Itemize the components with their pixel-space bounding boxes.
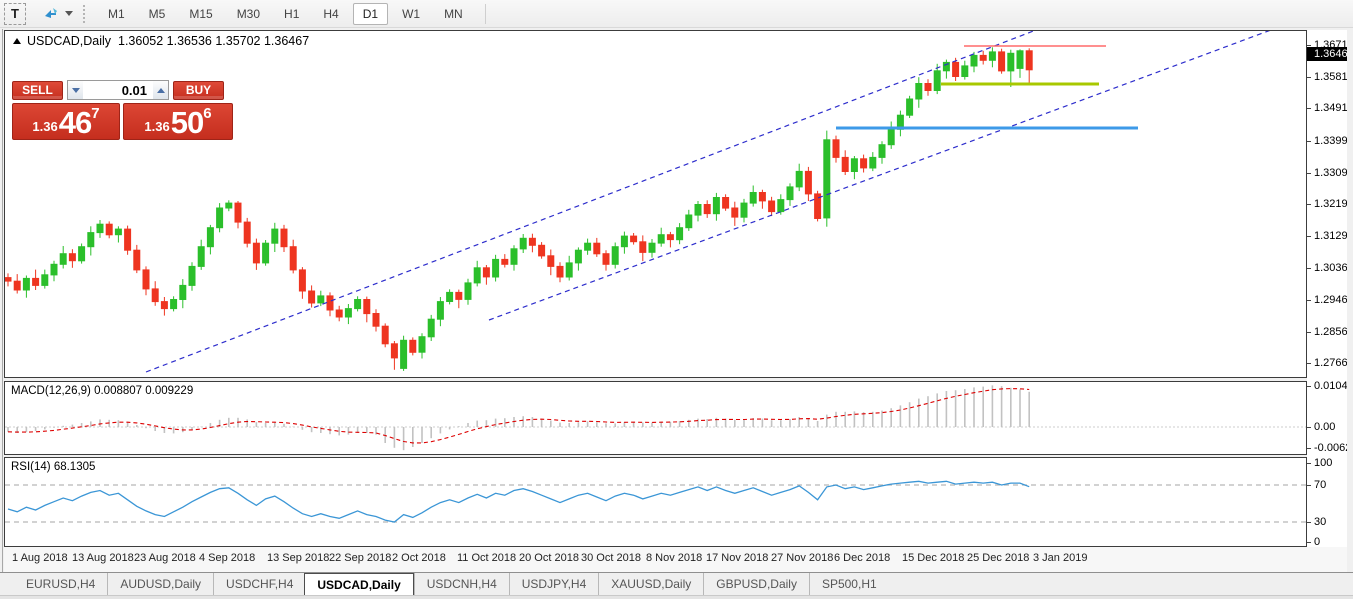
tab-eurusd-h4[interactable]: EURUSD,H4 [14,573,107,595]
buy-price-sup: 6 [203,106,211,121]
date-axis-label: 17 Nov 2018 [706,552,768,564]
tab-usdcad-daily[interactable]: USDCAD,Daily [304,573,413,595]
timeframe-group: M1M5M15M30H1H4D1W1MN [96,0,475,28]
macd-label: MACD(12,26,9) 0.008807 0.009229 [11,385,193,397]
buy-price-prefix: 1.36 [144,117,169,137]
rsi-chart[interactable] [5,458,1306,546]
price-axis[interactable]: 1.367151.358151.349151.339901.330901.321… [1307,30,1347,547]
chevron-up-icon [157,88,165,93]
rsi-axis-label: 30 [1307,516,1326,528]
double-arrow-icon [43,6,59,22]
timeframe-button-h4[interactable]: H4 [313,3,348,25]
rsi-axis-label: 100 [1307,457,1332,469]
ohlc-values-label: 1.36052 1.36536 1.35702 1.36467 [118,34,309,48]
date-axis-label: 22 Sep 2018 [329,552,391,564]
date-axis-label: 27 Nov 2018 [771,552,833,564]
toolbar-separator [485,4,486,24]
timeframe-button-m5[interactable]: M5 [139,3,176,25]
date-axis-label: 13 Sep 2018 [267,552,329,564]
timeframe-button-m15[interactable]: M15 [179,3,222,25]
macd-indicator-pane[interactable]: MACD(12,26,9) 0.008807 0.009229 [4,381,1307,455]
date-axis-label: 4 Sep 2018 [199,552,255,564]
volume-input[interactable] [83,81,153,99]
chart-tab-bar: EURUSD,H4AUDUSD,DailyUSDCHF,H4USDCAD,Dai… [0,572,1353,595]
tab-audusd-daily[interactable]: AUDUSD,Daily [107,573,213,595]
date-axis-label: 30 Oct 2018 [581,552,641,564]
tab-usdcnh-h4[interactable]: USDCNH,H4 [414,573,509,595]
volume-stepper [67,80,169,100]
dropdown-caret-icon[interactable] [65,11,73,16]
timeframe-button-w1[interactable]: W1 [392,3,430,25]
rsi-label: RSI(14) 68.1305 [11,461,95,473]
volume-increase-button[interactable] [153,81,168,99]
buy-price-big: 50 [171,108,203,137]
sell-price-button[interactable]: 1.36 46 7 [12,103,120,140]
timeframe-button-mn[interactable]: MN [434,3,473,25]
macd-axis-label: 0.00 [1307,421,1335,433]
one-click-trade-panel: SELL BUY 1.36 46 7 1.36 50 6 [12,80,233,140]
date-axis-label: 6 Dec 2018 [834,552,890,564]
date-axis-label: 23 Aug 2018 [134,552,196,564]
rsi-axis-label: 70 [1307,479,1326,491]
timeframe-button-h1[interactable]: H1 [274,3,309,25]
tab-sp500-h1[interactable]: SP500,H1 [809,573,889,595]
toolbar-grip-handle[interactable] [83,5,88,23]
collapse-triangle-icon[interactable] [13,38,21,44]
top-toolbar: T M1M5M15M30H1H4D1W1MN [0,0,1353,28]
buy-price-button[interactable]: 1.36 50 6 [123,103,233,140]
tab-usdjpy-h4[interactable]: USDJPY,H4 [509,573,598,595]
text-annotation-button[interactable]: T [4,3,26,25]
timeframe-button-d1[interactable]: D1 [353,3,388,25]
macd-chart[interactable] [5,382,1306,454]
chart-title: USDCAD,Daily 1.36052 1.36536 1.35702 1.3… [13,34,309,48]
date-axis-label: 11 Oct 2018 [457,552,516,564]
cursor-tool-button[interactable] [40,3,62,25]
trading-platform-window: { "toolbar": { "text_tool_label": "T", "… [0,0,1353,599]
status-strip [0,595,1353,599]
date-axis-label: 1 Aug 2018 [12,552,68,564]
rsi-indicator-pane[interactable]: RSI(14) 68.1305 [4,457,1307,547]
date-axis-label: 13 Aug 2018 [72,552,134,564]
sell-button[interactable]: SELL [12,81,63,100]
symbol-period-label: USDCAD,Daily [27,34,111,48]
date-axis[interactable]: 1 Aug 2018 13 Aug 201823 Aug 20184 Sep 20… [4,547,1347,572]
sell-price-prefix: 1.36 [32,117,57,137]
date-axis-label: 2 Oct 2018 [392,552,446,564]
tab-gbpusd-daily[interactable]: GBPUSD,Daily [703,573,809,595]
date-axis-label: 25 Dec 2018 [967,552,1029,564]
tab-xauusd-daily[interactable]: XAUUSD,Daily [598,573,703,595]
main-chart-pane[interactable]: USDCAD,Daily 1.36052 1.36536 1.35702 1.3… [4,30,1307,378]
date-axis-label: 3 Jan 2019 [1033,552,1087,564]
sell-price-big: 46 [59,108,91,137]
timeframe-button-m30[interactable]: M30 [227,3,270,25]
buy-button[interactable]: BUY [173,81,224,100]
volume-decrease-button[interactable] [68,81,83,99]
sell-price-sup: 7 [91,106,99,121]
tab-usdchf-h4[interactable]: USDCHF,H4 [213,573,305,595]
date-axis-label: 15 Dec 2018 [902,552,964,564]
date-axis-label: 20 Oct 2018 [519,552,579,564]
right-gutter [1347,30,1353,572]
timeframe-button-m1[interactable]: M1 [98,3,135,25]
window-edge [2,29,3,595]
date-axis-label: 8 Nov 2018 [646,552,702,564]
chevron-down-icon [72,88,80,93]
